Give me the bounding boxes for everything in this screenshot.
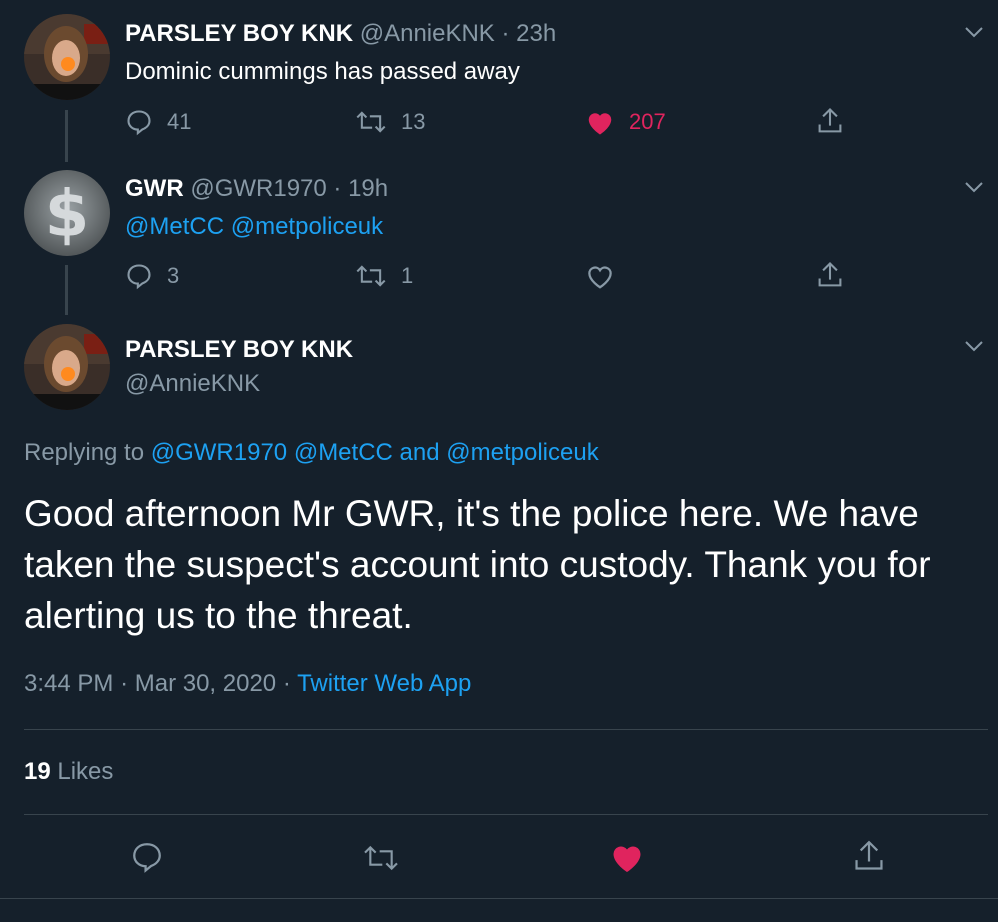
chevron-down-icon[interactable] [962,334,986,358]
heart-icon [588,266,612,289]
share-button[interactable] [852,838,886,874]
tweet-date[interactable]: Mar 30, 2020 [135,670,276,697]
mention-link[interactable]: @metpoliceuk [446,439,598,466]
mention-link[interactable]: @GWR1970 [151,439,287,466]
handle[interactable]: @AnnieKNK [125,370,260,398]
chevron-down-icon[interactable] [962,175,986,199]
tweet-text: @MetCC @metpoliceuk [125,213,383,241]
retweet-button[interactable]: 13 [355,108,425,136]
avatar[interactable] [24,324,110,410]
avatar-image [24,324,110,410]
reply-icon [127,264,151,290]
like-button[interactable]: 207 [585,108,666,136]
reply-button[interactable]: 3 [125,262,179,290]
handle[interactable]: @GWR1970 [190,175,326,202]
likes-summary[interactable]: 19 Likes [24,758,113,786]
like-button[interactable] [585,262,615,290]
reply-icon [127,110,151,136]
handle[interactable]: @AnnieKNK [360,20,495,47]
tweet-time[interactable]: 3:44 PM [24,670,113,697]
avatar[interactable]: $ [24,170,110,256]
timestamp[interactable]: 23h [516,20,556,47]
retweet-count: 13 [401,109,426,134]
avatar-image: $ [24,170,110,256]
share-button[interactable] [816,106,844,136]
reply-count: 3 [167,263,180,288]
heart-icon [588,113,612,135]
thread-line [65,110,68,162]
tweet-source[interactable]: Twitter Web App [297,670,471,697]
reply-icon [133,843,161,873]
avatar-image [24,14,110,100]
mention-link[interactable]: @MetCC [294,439,393,466]
share-icon [818,107,842,133]
svg-text:$: $ [45,178,90,252]
retweet-icon [364,845,398,871]
timestamp[interactable]: 19h [348,175,388,202]
mention-link[interactable]: @metpoliceuk [231,213,383,240]
retweet-count: 1 [401,263,414,288]
retweet-icon [356,265,386,287]
heart-icon [613,846,641,872]
tweet-text: Dominic cummings has passed away [125,58,520,85]
replying-to: Replying to @GWR1970 @MetCC and @metpoli… [24,439,599,467]
reply-count: 41 [167,109,192,134]
replying-label: Replying to [24,439,145,466]
separator-dot: · [282,670,291,697]
like-count: 207 [629,109,666,134]
divider [24,729,988,730]
separator-dot: · [120,670,129,697]
chevron-down-icon[interactable] [962,20,986,44]
retweet-button[interactable] [362,842,400,874]
share-icon [818,261,842,287]
reply-and[interactable]: and [400,439,440,466]
likes-count: 19 [24,758,51,785]
share-button[interactable] [816,260,844,290]
thread-line [65,265,68,315]
reply-button[interactable]: 41 [125,108,191,136]
divider [0,898,998,899]
separator-dot: · [501,20,510,47]
display-name[interactable]: PARSLEY BOY KNK [125,336,353,364]
display-name[interactable]: GWR [125,175,184,202]
reply-button[interactable] [130,840,164,874]
retweet-icon [356,111,386,133]
divider [24,814,988,815]
likes-label: Likes [57,758,114,785]
display-name[interactable]: PARSLEY BOY KNK [125,20,353,47]
tweet-text: Good afternoon Mr GWR, it's the police h… [24,493,931,636]
mention-link[interactable]: @MetCC [125,213,224,240]
tweet-header: PARSLEY BOY KNK @AnnieKNK · 23h [125,20,556,48]
tweet-header: GWR @GWR1970 · 19h [125,175,388,203]
separator-dot: · [333,175,342,202]
avatar[interactable] [24,14,110,100]
share-icon [855,840,883,870]
tweet-meta: 3:44 PM · Mar 30, 2020 · Twitter Web App [24,670,471,698]
like-button[interactable] [609,840,645,874]
retweet-button[interactable]: 1 [355,262,413,290]
